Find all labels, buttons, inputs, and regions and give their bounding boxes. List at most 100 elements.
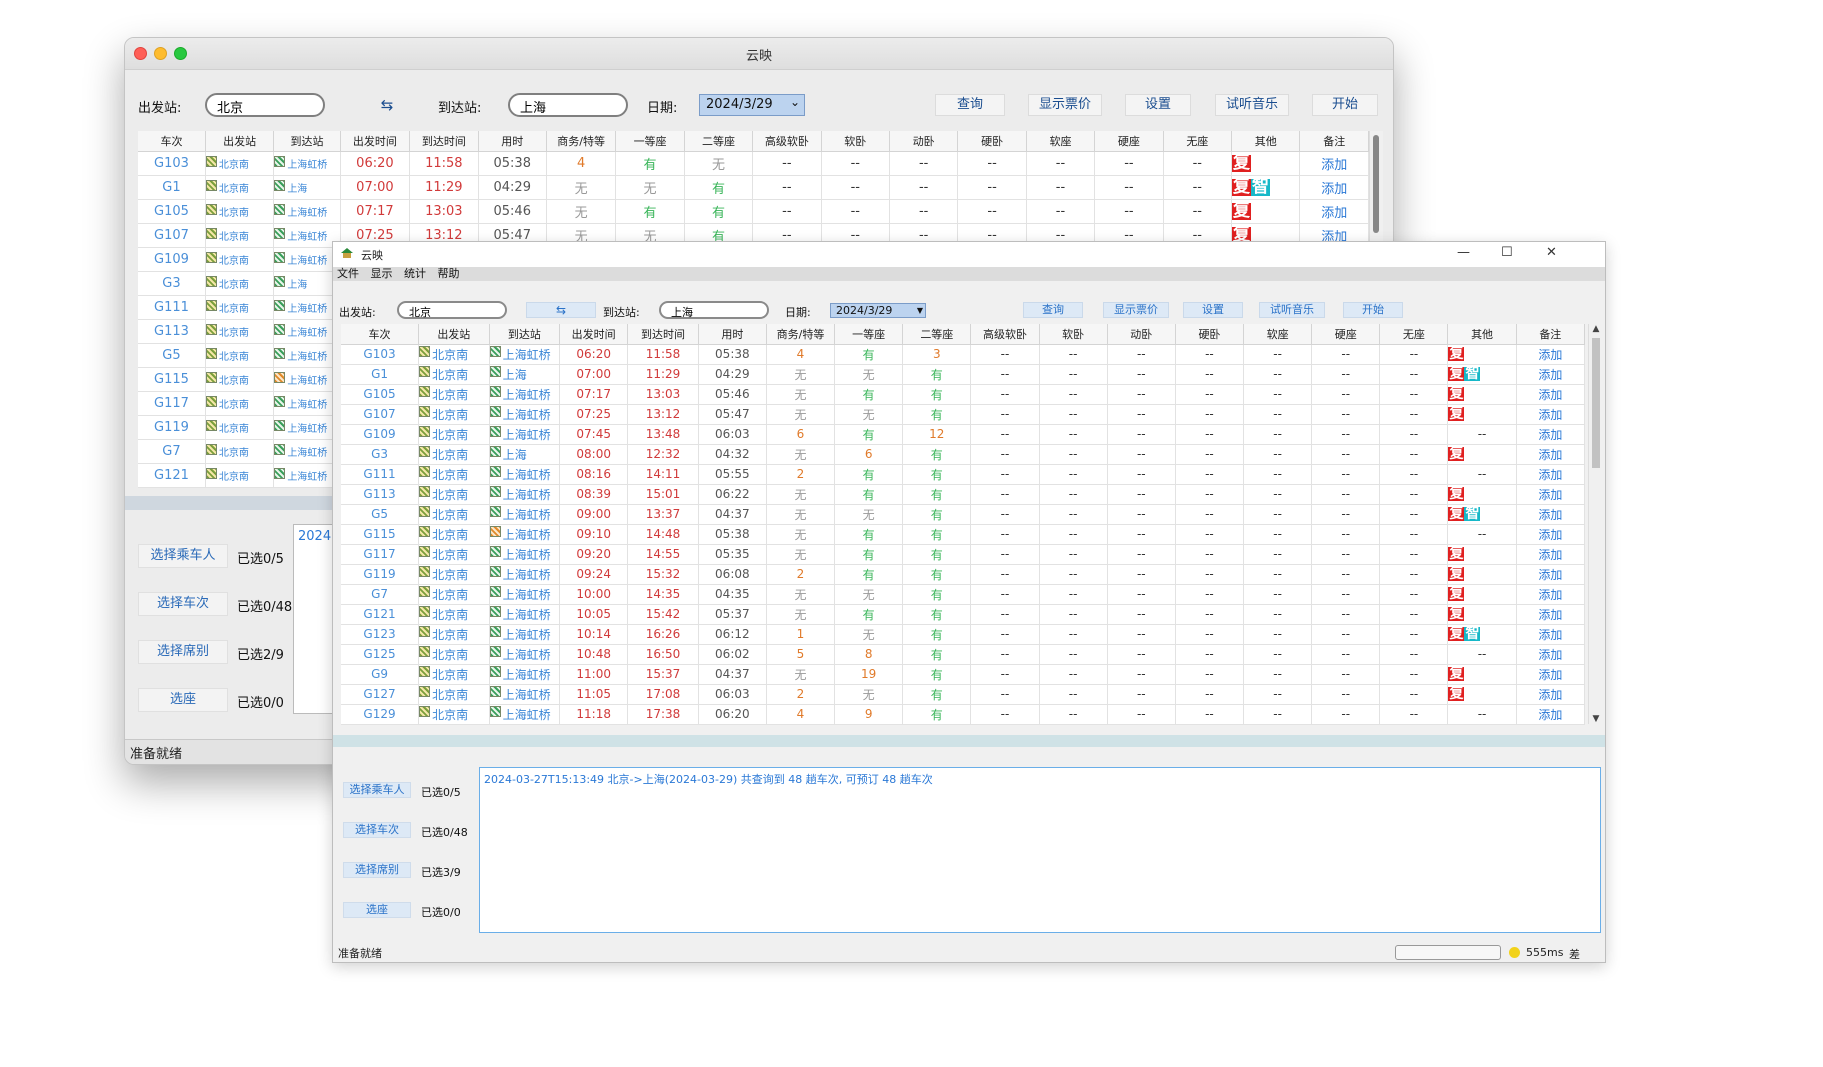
col-header-from-station[interactable]: 出发站 [418, 324, 490, 345]
date-picker[interactable]: 2024/3/29 ⌄ [699, 94, 805, 116]
cell-note[interactable]: 添加 [1516, 544, 1586, 565]
col-header-second-class[interactable]: 二等座 [902, 324, 972, 345]
show-price-button[interactable]: 显示票价 [1028, 94, 1102, 116]
col-header-first-class[interactable]: 一等座 [834, 324, 904, 345]
table-row[interactable]: G109 北京南 上海虹桥 07:45 13:48 06:03 6 有 12 -- -- -- -- --… [341, 424, 1586, 445]
table-row[interactable]: G9 北京南 上海虹桥 11:00 15:37 04:37 无 19 有 -- -- -- -- -- --… [341, 664, 1586, 685]
swap-button[interactable]: ⇆ [526, 302, 596, 318]
cell-note[interactable]: 添加 [1516, 684, 1586, 705]
select-passenger-button[interactable]: 选择乘车人 [343, 782, 411, 798]
col-header-deluxe-sleeper[interactable]: 高级软卧 [752, 131, 822, 152]
minimize-icon[interactable]: — [1457, 245, 1470, 260]
col-header-hard-seat[interactable]: 硬座 [1094, 131, 1164, 152]
table-row[interactable]: G105 北京南 上海虹桥 07:17 13:03 05:46 无有有 -- -- -- -- -- -… [138, 199, 1369, 224]
col-header-duration[interactable]: 用时 [478, 131, 547, 152]
to-station-input[interactable]: 上海 [659, 301, 769, 319]
scrollbar-thumb[interactable] [1373, 135, 1379, 233]
select-seat-class-button[interactable]: 选择席别 [343, 862, 411, 878]
menu-file[interactable]: 文件 [337, 267, 359, 280]
col-header-note[interactable]: 备注 [1299, 131, 1369, 152]
query-button[interactable]: 查询 [1023, 302, 1083, 318]
table-row[interactable]: G103 北京南 上海虹桥 06:20 11:58 05:38 4 有 3 -- -- -- -- -- -… [341, 344, 1586, 365]
cell-note[interactable]: 添加 [1516, 524, 1586, 545]
select-train-button[interactable]: 选择车次 [343, 822, 411, 838]
col-header-hard-sleeper[interactable]: 硬卧 [1175, 324, 1245, 345]
table-row[interactable]: G113 北京南 上海虹桥 08:39 15:01 06:22 无有有 -- -- -- -- -- -… [341, 484, 1586, 505]
col-header-train-no[interactable]: 车次 [138, 131, 206, 152]
cell-note[interactable]: 添加 [1516, 344, 1586, 365]
col-header-to-station[interactable]: 到达站 [273, 131, 341, 152]
menu-stats[interactable]: 统计 [404, 267, 426, 280]
col-header-depart-time[interactable]: 出发时间 [559, 324, 629, 345]
col-header-bullet-sleeper[interactable]: 动卧 [1107, 324, 1176, 345]
cell-note[interactable]: 添加 [1299, 175, 1369, 200]
splitter[interactable] [333, 735, 1605, 747]
settings-button[interactable]: 设置 [1183, 302, 1243, 318]
col-header-other[interactable]: 其他 [1231, 131, 1301, 152]
col-header-note[interactable]: 备注 [1516, 324, 1586, 345]
select-seat-class-button[interactable]: 选择席别 [138, 640, 228, 664]
col-header-soft-sleeper[interactable]: 软卧 [821, 131, 890, 152]
swap-button[interactable]: ⇆ [347, 95, 427, 117]
col-header-train-no[interactable]: 车次 [341, 324, 420, 345]
cell-note[interactable]: 添加 [1516, 624, 1586, 645]
col-header-business-seat[interactable]: 商务/特等 [766, 324, 836, 345]
from-station-input[interactable]: 北京 [397, 301, 507, 319]
col-header-hard-sleeper[interactable]: 硬卧 [957, 131, 1027, 152]
col-header-business-seat[interactable]: 商务/特等 [546, 131, 617, 152]
select-train-button[interactable]: 选择车次 [138, 592, 228, 616]
cell-note[interactable]: 添加 [1516, 564, 1586, 585]
cell-note[interactable]: 添加 [1516, 644, 1586, 665]
start-button[interactable]: 开始 [1343, 302, 1403, 318]
cell-note[interactable]: 添加 [1516, 504, 1586, 525]
table-row[interactable]: G111 北京南 上海虹桥 08:16 14:11 05:55 2 有有 -- -- -- -- -- -… [341, 464, 1586, 485]
col-header-other[interactable]: 其他 [1447, 324, 1517, 345]
table-row[interactable]: G121 北京南 上海虹桥 10:05 15:42 05:37 无有有 -- -- -- -- -- -… [341, 604, 1586, 625]
music-button[interactable]: 试听音乐 [1259, 302, 1325, 318]
cell-note[interactable]: 添加 [1516, 444, 1586, 465]
menu-view[interactable]: 显示 [371, 267, 393, 280]
menu-help[interactable]: 帮助 [438, 267, 460, 280]
col-header-depart-time[interactable]: 出发时间 [340, 131, 411, 152]
table-row[interactable]: G115 北京南 上海虹桥 09:10 14:48 05:38 无有有 -- -- -- -- -- -… [341, 524, 1586, 545]
table-row[interactable]: G7 北京南 上海虹桥 10:00 14:35 04:35 无无有 -- -- -- -- -- -- -… [341, 584, 1586, 605]
cell-note[interactable]: 添加 [1299, 151, 1369, 176]
table-row[interactable]: G1 北京南 上海 07:00 11:29 04:29 无无有 -- -- -- -- -- -- -- 复… [341, 364, 1586, 385]
select-seat-button[interactable]: 选座 [138, 688, 228, 712]
col-header-bullet-sleeper[interactable]: 动卧 [889, 131, 959, 152]
table-row[interactable]: G119 北京南 上海虹桥 09:24 15:32 06:08 2 有有 -- -- -- -- -- -… [341, 564, 1586, 585]
select-passenger-button[interactable]: 选择乘车人 [138, 544, 228, 568]
table-row[interactable]: G107 北京南 上海虹桥 07:25 13:12 05:47 无无有 -- -- -- -- -- -… [341, 404, 1586, 425]
col-header-first-class[interactable]: 一等座 [615, 131, 685, 152]
col-header-soft-sleeper[interactable]: 软卧 [1039, 324, 1108, 345]
maximize-icon[interactable]: ☐ [1501, 245, 1513, 260]
table-row[interactable]: G117 北京南 上海虹桥 09:20 14:55 05:35 无有有 -- -- -- -- -- -… [341, 544, 1586, 565]
from-station-input[interactable]: 北京 [205, 93, 325, 117]
cell-note[interactable]: 添加 [1516, 404, 1586, 425]
col-header-duration[interactable]: 用时 [698, 324, 767, 345]
col-header-no-seat[interactable]: 无座 [1379, 324, 1449, 345]
col-header-soft-seat[interactable]: 软座 [1026, 131, 1096, 152]
table-row[interactable]: G127 北京南 上海虹桥 11:05 17:08 06:03 2 无有 -- -- -- -- -- -… [341, 684, 1586, 705]
close-icon[interactable]: ✕ [1546, 245, 1557, 260]
col-header-arrive-time[interactable]: 到达时间 [627, 324, 699, 345]
table-row[interactable]: G123 北京南 上海虹桥 10:14 16:26 06:12 1 无有 -- -- -- -- -- -… [341, 624, 1586, 645]
col-header-no-seat[interactable]: 无座 [1163, 131, 1233, 152]
cell-note[interactable]: 添加 [1516, 704, 1586, 725]
cell-note[interactable]: 添加 [1299, 199, 1369, 224]
cell-note[interactable]: 添加 [1516, 584, 1586, 605]
cell-note[interactable]: 添加 [1516, 424, 1586, 445]
col-header-deluxe-sleeper[interactable]: 高级软卧 [970, 324, 1040, 345]
show-price-button[interactable]: 显示票价 [1103, 302, 1169, 318]
table-row[interactable]: G125 北京南 上海虹桥 10:48 16:50 06:02 5 8 有 -- -- -- -- -- -… [341, 644, 1586, 665]
table-row[interactable]: G103 北京南 上海虹桥 06:20 11:58 05:38 4 有无 -- -- -- -- -- -… [138, 151, 1369, 176]
settings-button[interactable]: 设置 [1125, 94, 1191, 116]
cell-note[interactable]: 添加 [1516, 464, 1586, 485]
cell-note[interactable]: 添加 [1516, 604, 1586, 625]
scroll-up-icon[interactable]: ▲ [1589, 324, 1603, 334]
cell-note[interactable]: 添加 [1516, 484, 1586, 505]
log-area[interactable]: 2024-03-27T15:13:49 北京->上海(2024-03-29) 共… [479, 767, 1601, 933]
cell-note[interactable]: 添加 [1516, 664, 1586, 685]
table-row[interactable]: G3 北京南 上海 08:00 12:32 04:32 无 6 有 -- -- -- -- -- -- -- 复… [341, 444, 1586, 465]
table-row[interactable]: G1 北京南 上海 07:00 11:29 04:29 无无有 -- -- -- -- -- -- -- 复… [138, 175, 1369, 200]
